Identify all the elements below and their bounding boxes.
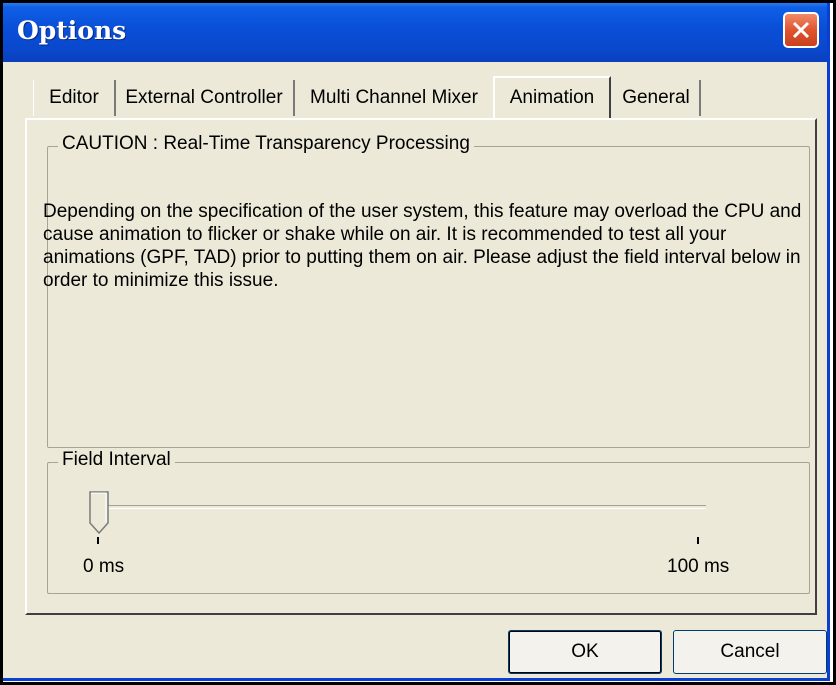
field-interval-slider-track[interactable] — [103, 505, 706, 509]
field-interval-legend: Field Interval — [58, 449, 175, 471]
field-interval-slider-thumb[interactable] — [89, 491, 109, 535]
tab-editor[interactable]: Editor — [33, 80, 116, 116]
tab-animation[interactable]: Animation — [493, 76, 611, 118]
tab-external-controller[interactable]: External Controller — [115, 80, 295, 116]
slider-tick-max — [697, 537, 699, 544]
tab-label: Animation — [509, 87, 595, 108]
tab-label: External Controller — [125, 87, 283, 108]
caution-groupbox: CAUTION : Real-Time Transparency Process… — [47, 133, 810, 448]
tab-general[interactable]: General — [613, 80, 701, 116]
title-bar[interactable]: Options — [3, 0, 827, 62]
ok-button[interactable]: OK — [508, 630, 662, 674]
slider-max-label: 100 ms — [667, 556, 730, 577]
tab-multi-channel-mixer[interactable]: Multi Channel Mixer — [295, 80, 495, 116]
cancel-button[interactable]: Cancel — [673, 630, 827, 674]
close-icon — [792, 21, 810, 39]
tab-label: Editor — [49, 87, 99, 108]
slider-tick-min — [97, 537, 99, 544]
tab-label: Multi Channel Mixer — [310, 87, 478, 108]
caution-legend: CAUTION : Real-Time Transparency Process… — [58, 133, 474, 155]
window-title: Options — [17, 16, 127, 45]
caution-text: Depending on the specification of the us… — [43, 201, 802, 291]
slider-min-label: 0 ms — [83, 556, 125, 577]
tab-label: General — [622, 87, 690, 108]
close-button[interactable] — [783, 12, 819, 48]
options-dialog: Options Editor External Controller Multi… — [0, 0, 830, 681]
